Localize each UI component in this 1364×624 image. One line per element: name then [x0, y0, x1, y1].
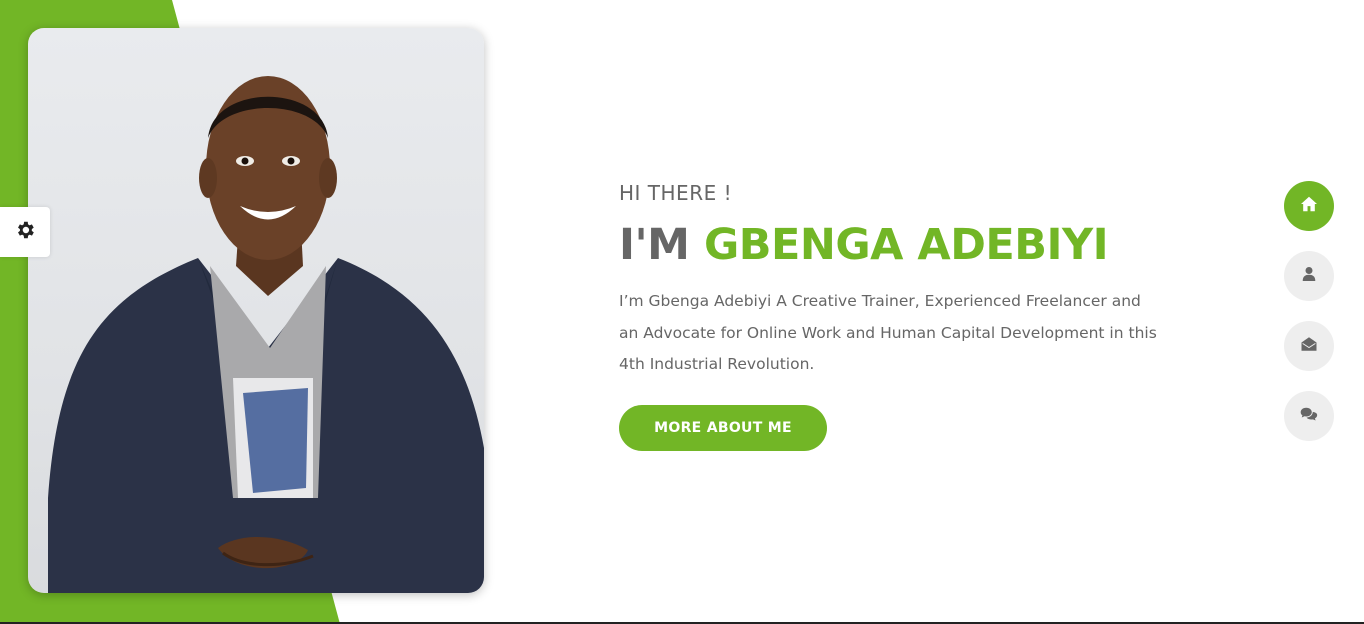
comments-icon: [1300, 406, 1318, 427]
nav-contact-button[interactable]: [1284, 321, 1334, 371]
portrait-illustration: [48, 76, 484, 593]
hero-name: I'M GBENGA ADEBIYI: [619, 220, 1179, 270]
gear-icon: [14, 219, 36, 246]
envelope-open-icon: [1300, 335, 1318, 358]
more-about-me-button[interactable]: MORE ABOUT ME: [619, 404, 827, 451]
user-icon: [1302, 266, 1316, 287]
nav-chat-button[interactable]: [1284, 391, 1334, 441]
side-navigation: [1284, 181, 1334, 461]
profile-photo: [28, 28, 484, 593]
name-highlight: GBENGA ADEBIYI: [703, 220, 1109, 270]
name-prefix: I'M: [619, 220, 690, 270]
greeting-text: HI THERE !: [619, 181, 733, 205]
settings-toggle-button[interactable]: [0, 207, 50, 257]
hero-bio: I’m Gbenga Adebiyi A Creative Trainer, E…: [619, 292, 1157, 373]
hero-intro: HI THERE ! I'M GBENGA ADEBIYI I’m Gbenga…: [619, 178, 1179, 451]
nav-home-button[interactable]: [1284, 181, 1334, 231]
home-icon: [1300, 196, 1318, 217]
nav-about-button[interactable]: [1284, 251, 1334, 301]
